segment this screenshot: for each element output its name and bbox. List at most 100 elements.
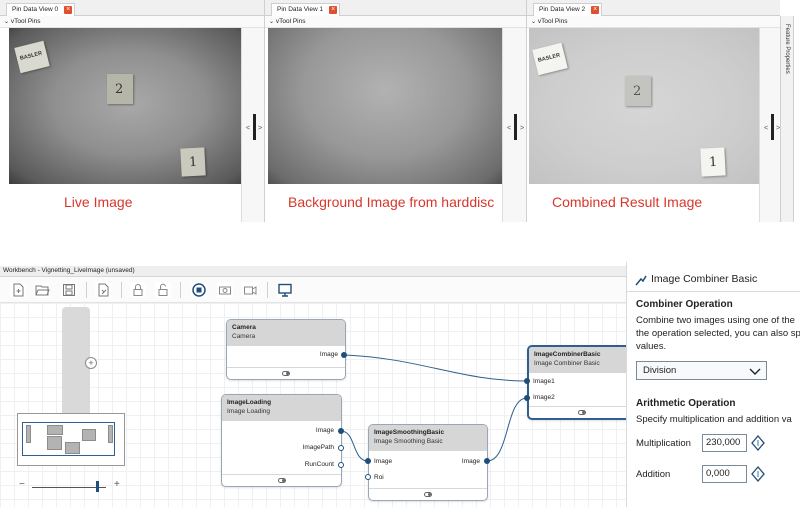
chevron-down-icon: ⌄ [531, 19, 537, 25]
close-icon[interactable]: × [64, 6, 73, 14]
combiner-image1-in-port[interactable] [524, 378, 530, 384]
addition-input[interactable]: 0,000 [702, 465, 747, 483]
multiplication-spinner-icon[interactable] [749, 434, 767, 452]
wire-loading-to-smoothing [340, 430, 369, 462]
node-subtitle: Image Smoothing Basic [374, 438, 443, 445]
sticky-note-1: 1 [700, 147, 726, 177]
node-image-smoothing-basic[interactable]: ImageSmoothingBasic Image Smoothing Basi… [368, 424, 488, 501]
node-camera[interactable]: Camera Camera Image [226, 319, 346, 380]
sticky-note-1: 1 [180, 147, 206, 177]
addition-spinner-icon[interactable] [749, 465, 767, 483]
chevron-down-icon: ⌄ [269, 19, 275, 25]
toggle-icon[interactable] [424, 492, 432, 497]
pin-data-view-2: Pin Data View 2 × ⌄ vTool Pins BASLER 2 … [526, 0, 781, 222]
vtool-pins-header[interactable]: ⌄ vTool Pins [0, 16, 264, 28]
input-pin-image1-label: Image1 [533, 378, 555, 385]
record-icon[interactable] [191, 282, 207, 298]
combiner-image2-in-port[interactable] [524, 395, 530, 401]
node-footer [227, 367, 345, 379]
save-icon[interactable] [61, 282, 77, 298]
tab-pin-data-view-2[interactable]: Pin Data View 2 × [533, 3, 603, 16]
tab-pin-data-view-0[interactable]: Pin Data View 0 × [6, 3, 76, 16]
zoom-in-icon[interactable]: + [114, 479, 120, 490]
zoom-control: − + [17, 479, 125, 493]
side-panel: < > [502, 28, 527, 222]
splitter-handle[interactable] [253, 114, 256, 140]
zoom-slider-thumb[interactable] [96, 481, 100, 492]
node-header: Camera Camera [227, 320, 345, 346]
zoom-out-icon[interactable]: − [19, 479, 25, 490]
background-image [268, 28, 502, 184]
video-icon[interactable] [242, 282, 258, 298]
toggle-icon[interactable] [277, 478, 286, 483]
pin-data-view-1: Pin Data View 1 × ⌄ vTool Pins < > Backg… [264, 0, 527, 222]
chevron-down-icon [749, 368, 761, 375]
toolbar-separator [86, 282, 87, 298]
combiner-operation-heading: Combiner Operation [636, 299, 733, 310]
input-pin-roi-label: Roi [374, 474, 384, 481]
tab-bar: Pin Data View 0 × [0, 0, 264, 16]
arithmetic-operation-heading: Arithmetic Operation [636, 398, 736, 409]
open-folder-icon[interactable] [34, 282, 50, 298]
close-icon[interactable]: × [591, 6, 600, 14]
addition-label: Addition [636, 469, 671, 480]
unlock-icon[interactable] [155, 282, 171, 298]
vtool-pins-header[interactable]: ⌄ vTool Pins [527, 16, 780, 28]
export-icon[interactable] [95, 282, 111, 298]
close-icon[interactable]: × [329, 6, 338, 14]
combiner-operation-desc-3: values. [636, 341, 667, 352]
minimap-node [26, 425, 31, 443]
multiplication-input[interactable]: 230,000 [702, 434, 747, 452]
note-1-text: 1 [188, 154, 198, 171]
node-title: Camera [232, 324, 256, 331]
output-pin-runcount-label: RunCount [304, 461, 334, 468]
minimap-node [47, 436, 62, 450]
feature-properties-label: Feature Properties [784, 24, 790, 74]
collapse-left-icon[interactable]: < [507, 125, 511, 132]
loading-image-out-port[interactable] [338, 428, 344, 434]
vtool-pins-label: vTool Pins [275, 18, 306, 25]
collapse-right-icon[interactable]: > [520, 125, 524, 132]
node-footer [369, 488, 487, 500]
monitor-icon[interactable] [277, 282, 293, 298]
tab-bar: Pin Data View 2 × [527, 0, 780, 16]
minimap[interactable] [17, 413, 125, 466]
output-pin-image-label: Image [315, 427, 334, 434]
combiner-operation-desc-1: Combine two images using one of the [636, 315, 795, 326]
loading-runcount-out-port[interactable] [338, 462, 344, 468]
feature-properties-tab[interactable]: Feature Properties [780, 16, 794, 222]
toolbar-separator [180, 282, 181, 298]
output-pin-image-label: Image [319, 351, 338, 358]
new-file-icon[interactable] [10, 282, 26, 298]
camera-snapshot-icon[interactable] [217, 282, 233, 298]
smoothing-image-out-port[interactable] [484, 458, 490, 464]
arithmetic-operation-desc: Specify multiplication and addition va [636, 414, 792, 425]
node-subtitle: Camera [232, 333, 256, 340]
lock-icon[interactable] [130, 282, 146, 298]
tab-pin-data-view-1[interactable]: Pin Data View 1 × [271, 3, 341, 16]
node-title: ImageCombinerBasic [534, 351, 601, 358]
splitter-handle[interactable] [514, 114, 517, 140]
node-header: ImageSmoothingBasic Image Smoothing Basi… [369, 425, 487, 451]
node-subtitle: Image Combiner Basic [534, 360, 600, 367]
node-image-loading[interactable]: ImageLoading Image Loading Image ImagePa… [221, 394, 342, 487]
smoothing-image-in-port[interactable] [365, 458, 371, 464]
add-node-icon[interactable]: + [85, 357, 97, 369]
side-panel: < > [759, 28, 781, 222]
toggle-icon[interactable] [282, 371, 290, 376]
node-image-combiner-basic[interactable]: ImageCombinerBasic Image Combiner Basic … [527, 345, 637, 420]
basler-logo-text: BASLER [19, 50, 43, 62]
camera-image-out-port[interactable] [341, 352, 347, 358]
node-title: ImageLoading [227, 399, 272, 406]
loading-imagepath-out-port[interactable] [338, 445, 344, 451]
collapse-right-icon[interactable]: > [258, 125, 262, 132]
smoothing-roi-in-port[interactable] [365, 474, 371, 480]
operation-dropdown[interactable]: Division [636, 361, 767, 380]
node-subtitle: Image Loading [227, 408, 271, 415]
side-panel: < > [241, 28, 264, 222]
vtool-pins-header[interactable]: ⌄ vTool Pins [265, 16, 526, 28]
collapse-left-icon[interactable]: < [764, 125, 768, 132]
splitter-handle[interactable] [771, 114, 774, 140]
collapse-left-icon[interactable]: < [246, 125, 250, 132]
toggle-icon[interactable] [578, 410, 586, 415]
